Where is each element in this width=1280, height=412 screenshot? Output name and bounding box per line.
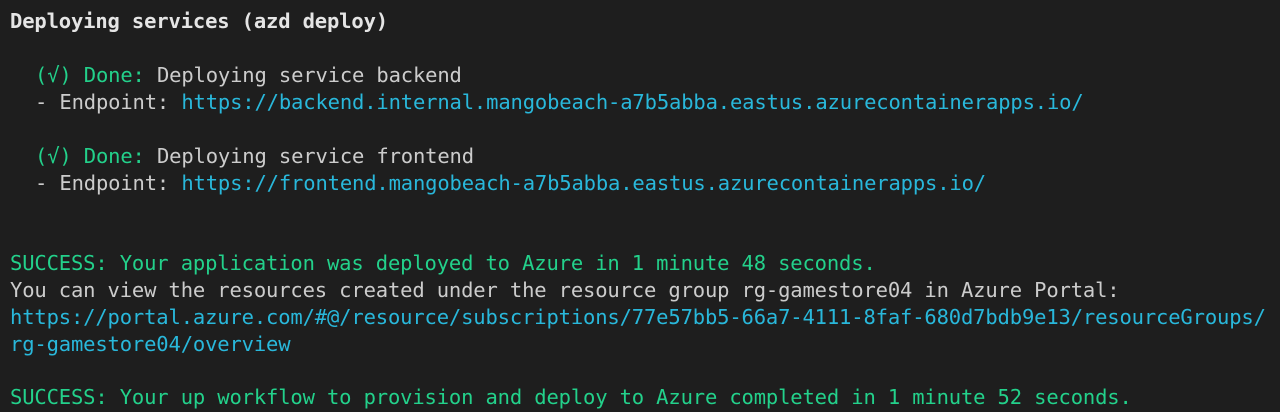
endpoint-link-backend[interactable]: https://backend.internal.mangobeach-a7b5… bbox=[181, 90, 1083, 114]
up-success-message: SUCCESS: Your up workflow to provision a… bbox=[10, 385, 1132, 409]
resource-group-info: You can view the resources created under… bbox=[10, 278, 1120, 302]
done-label: Done: bbox=[83, 63, 145, 87]
portal-link-line2[interactable]: rg-gamestore04/overview bbox=[10, 331, 291, 358]
service-status-line-frontend: (√) Done: Deploying service frontend bbox=[10, 143, 474, 170]
service-message: Deploying service frontend bbox=[156, 144, 474, 168]
endpoint-label: - Endpoint: bbox=[35, 171, 170, 195]
endpoint-label: - Endpoint: bbox=[35, 90, 170, 114]
check-icon: (√) bbox=[35, 144, 72, 168]
section-title: Deploying services (azd deploy) bbox=[10, 9, 388, 33]
check-icon: (√) bbox=[35, 63, 72, 87]
done-label: Done: bbox=[83, 144, 145, 168]
service-status-line-backend: (√) Done: Deploying service backend bbox=[10, 62, 462, 89]
service-message: Deploying service backend bbox=[156, 63, 462, 87]
terminal-output: Deploying services (azd deploy) (√) Done… bbox=[0, 0, 1280, 412]
deploy-success-message: SUCCESS: Your application was deployed t… bbox=[10, 251, 876, 275]
portal-link-line1[interactable]: https://portal.azure.com/#@/resource/sub… bbox=[10, 304, 1266, 331]
endpoint-link-frontend[interactable]: https://frontend.mangobeach-a7b5abba.eas… bbox=[181, 171, 986, 195]
endpoint-line-backend: - Endpoint: https://backend.internal.man… bbox=[10, 89, 1084, 116]
endpoint-line-frontend: - Endpoint: https://frontend.mangobeach-… bbox=[10, 170, 986, 197]
